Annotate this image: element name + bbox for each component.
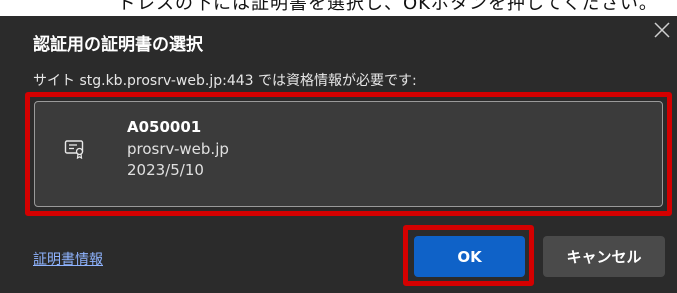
close-icon[interactable] — [650, 18, 674, 42]
page-caption: ドレスの下には証明書を選択し、OKボタンを押してください。 — [118, 0, 658, 14]
page-caption-strip: ドレスの下には証明書を選択し、OKボタンを押してください。 — [0, 0, 677, 16]
dialog-title: 認証用の証明書の選択 — [33, 35, 203, 55]
certificate-name: A050001 — [127, 118, 202, 136]
certificate-issuer: prosrv-web.jp — [127, 140, 229, 158]
cancel-button[interactable]: キャンセル — [543, 236, 665, 277]
certificate-info-link[interactable]: 証明書情報 — [33, 249, 103, 269]
ok-button[interactable]: OK — [414, 236, 525, 277]
certificate-icon — [64, 140, 84, 159]
certificate-date: 2023/5/10 — [127, 161, 204, 179]
dialog-subtitle: サイト stg.kb.prosrv-web.jp:443 では資格情報が必要です… — [33, 73, 417, 89]
